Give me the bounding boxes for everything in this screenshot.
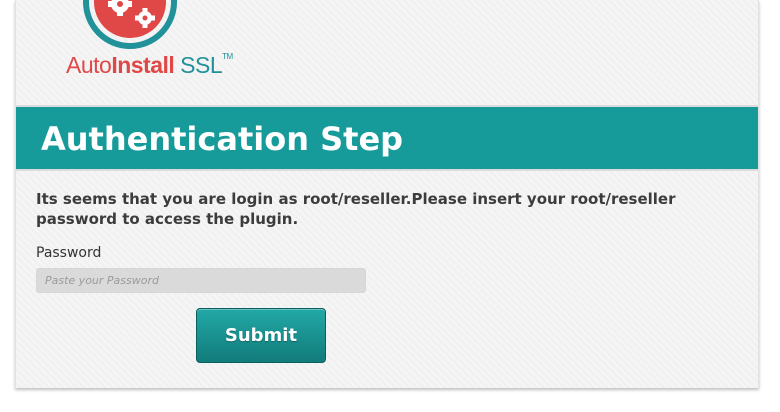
gear-logo-icon — [83, 0, 177, 49]
logo-word-install: Install — [111, 52, 175, 78]
auth-message: Its seems that you are login as root/res… — [36, 190, 676, 228]
password-input[interactable] — [36, 268, 366, 293]
autoinstall-ssl-logo: AutoInstall SSLTM — [40, 0, 240, 90]
page-title: Authentication Step — [41, 120, 404, 158]
logo-word-ssl: SSL — [174, 52, 223, 78]
logo-wordmark: AutoInstall SSLTM — [66, 52, 233, 79]
submit-button[interactable]: Submit — [196, 308, 326, 363]
password-label: Password — [36, 245, 102, 261]
logo-word-auto: Auto — [66, 52, 112, 78]
page-header: Authentication Step — [16, 105, 758, 171]
auth-panel: AutoInstall SSLTM Authentication Step It… — [15, 0, 759, 388]
logo-trademark: TM — [222, 52, 233, 61]
